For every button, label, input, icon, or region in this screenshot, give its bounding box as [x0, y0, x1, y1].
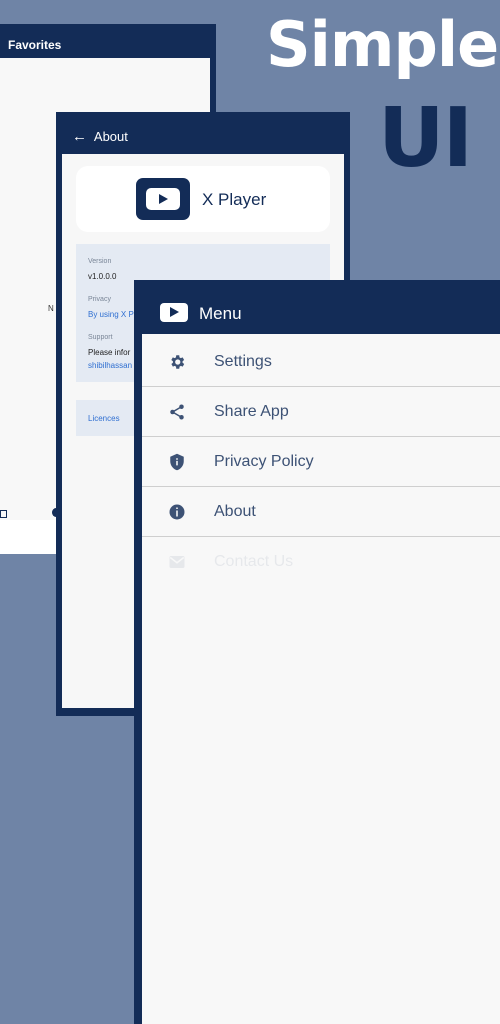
share-icon [170, 404, 184, 420]
menu-item-contact-us[interactable]: Contact Us [142, 537, 500, 587]
menu-item-privacy-policy[interactable]: Privacy Policy [142, 437, 500, 487]
favorites-title: Favorites [8, 38, 62, 52]
menu-item-label: Settings [214, 353, 272, 370]
menu-appbar: Menu [134, 280, 500, 334]
app-info-card: X Player [76, 166, 330, 232]
app-name: X Player [202, 190, 267, 209]
hero-title-ui: UI [378, 91, 473, 186]
favorites-appbar: Favorites [0, 24, 210, 58]
menu-item-label: Contact Us [214, 553, 294, 570]
support-email-link[interactable]: shibilhassan [88, 361, 132, 370]
favorites-partial-text: N [48, 304, 54, 313]
menu-item-label: About [214, 503, 256, 520]
hero-title-simple: Simple [266, 8, 499, 81]
version-label: Version [88, 258, 112, 265]
menu-item-settings[interactable]: Settings [142, 337, 500, 387]
info-icon [169, 504, 185, 520]
menu-item-about[interactable]: About [142, 487, 500, 537]
support-label: Support [88, 334, 113, 341]
menu-item-label: Privacy Policy [214, 453, 314, 470]
privacy-label: Privacy [88, 296, 111, 303]
shield-icon [170, 453, 184, 471]
menu-item-label: Share App [214, 403, 289, 420]
play-logo-icon [136, 178, 190, 220]
menu-screen: Settings Share App Privacy Policy About … [142, 334, 500, 1024]
play-logo-icon [160, 303, 188, 322]
arrow-left-icon[interactable]: ← [72, 128, 87, 145]
menu-title: Menu [199, 304, 242, 323]
menu-item-share-app[interactable]: Share App [142, 387, 500, 437]
gear-icon [171, 355, 185, 369]
nav-square-icon[interactable] [0, 510, 7, 518]
version-value: v1.0.0.0 [88, 272, 117, 281]
about-appbar: ← About [56, 112, 350, 154]
mail-icon [169, 556, 185, 568]
support-text: Please infor [88, 348, 131, 357]
privacy-link[interactable]: By using X P [88, 310, 134, 319]
menu-phone: Menu Settings Share App Privacy Policy A… [134, 280, 500, 1024]
about-title: About [93, 129, 128, 144]
licences-link[interactable]: Licences [88, 414, 120, 423]
